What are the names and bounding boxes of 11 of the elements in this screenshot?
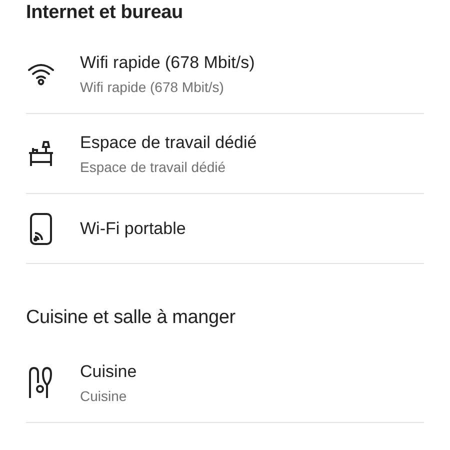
wifi-icon	[26, 62, 56, 86]
amenity-name: Espace de travail dédié	[80, 132, 257, 152]
amenity-name: Cuisine	[80, 362, 137, 382]
section-heading: Internet et bureau	[26, 1, 184, 25]
section-heading: Cuisine et salle à manger	[26, 306, 236, 330]
amenity-detail: Wifi rapide (678 Mbit/s)	[80, 78, 225, 94]
desk-lamp-icon	[26, 140, 56, 166]
amenity-detail: Espace de travail dédié	[80, 158, 227, 174]
amenity-name: Wi-Fi portable	[80, 218, 186, 238]
amenity-name: Wifi rapide (678 Mbit/s)	[80, 52, 255, 72]
amenity-detail: Cuisine	[80, 388, 128, 404]
